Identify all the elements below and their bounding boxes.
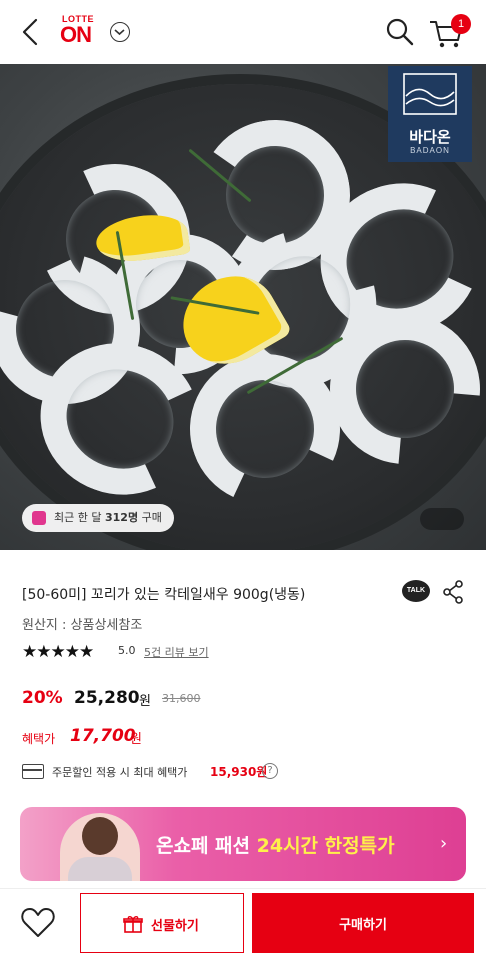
price-unit: 원 [139, 694, 151, 709]
product-image[interactable]: 바다온 BADAON 최근 한 달 312명 구매 [0, 64, 486, 550]
brand-name-en: BADAON [410, 146, 450, 155]
banner-text-main: 온쇼페 패션 [156, 835, 257, 857]
chevron-right-icon: › [440, 833, 448, 854]
gift-icon [123, 916, 143, 933]
buy-button-label: 구매하기 [339, 918, 387, 933]
buyers-prefix: 최근 한 달 [54, 511, 102, 524]
buy-button[interactable]: 구매하기 [252, 893, 474, 953]
card-icon [22, 764, 44, 779]
lotte-on-logo[interactable]: LOTTE ON [60, 12, 116, 52]
coupon-text: 주문할인 적용 시 최대 혜택가 [52, 766, 188, 779]
max-benefit-price: 15,930원 [210, 765, 268, 779]
chevron-down-icon[interactable] [110, 22, 130, 42]
brand-name-ko: 바다온 [409, 128, 451, 146]
promo-banner[interactable]: 온쇼페 패션 24시간 한정특가 › [20, 807, 466, 881]
discount-rate: 20% [22, 688, 63, 708]
top-bar: LOTTE ON 1 [0, 0, 486, 64]
banner-text-highlight: 24시간 한정특가 [256, 835, 395, 857]
heart-icon[interactable] [20, 905, 56, 939]
benefit-unit: 원 [130, 732, 142, 747]
origin-info: 원산지 : 상품상세참조 [22, 618, 143, 633]
rating-score: 5.0 [118, 644, 136, 657]
buyers-count: 312명 [104, 511, 139, 524]
bottom-action-bar: 선물하기 구매하기 [0, 888, 486, 960]
image-pagination[interactable] [420, 508, 464, 530]
back-icon[interactable] [16, 14, 46, 50]
kakao-talk-icon[interactable]: TALK [402, 580, 430, 602]
wave-icon [403, 73, 457, 115]
product-title: [50-60미] 꼬리가 있는 칵테일새우 900g(냉동) [22, 587, 306, 603]
banner-text: 온쇼페 패션 24시간 한정특가 [156, 831, 395, 858]
benefit-price: 17,700 [70, 726, 136, 746]
logo-on-text: ON [60, 22, 92, 47]
buyers-suffix: 구매 [141, 511, 162, 524]
help-icon[interactable]: ? [262, 763, 278, 779]
gift-button-label: 선물하기 [151, 919, 199, 934]
sale-price: 25,280 [74, 688, 140, 708]
star-rating: ★★★★★ [22, 642, 94, 662]
original-price: 31,600 [162, 692, 201, 705]
recent-buyers-chip: 최근 한 달 312명 구매 [22, 504, 174, 532]
banner-model-image [60, 813, 140, 881]
benefit-label: 혜택가 [22, 732, 56, 746]
share-icon[interactable] [442, 580, 464, 604]
shopping-bag-icon [32, 511, 46, 525]
search-icon[interactable] [384, 16, 416, 48]
review-link[interactable]: 5건 리뷰 보기 [144, 644, 209, 660]
cart-count-badge: 1 [451, 14, 471, 34]
brand-logo: 바다온 BADAON [388, 66, 472, 162]
gift-button[interactable]: 선물하기 [80, 893, 244, 953]
